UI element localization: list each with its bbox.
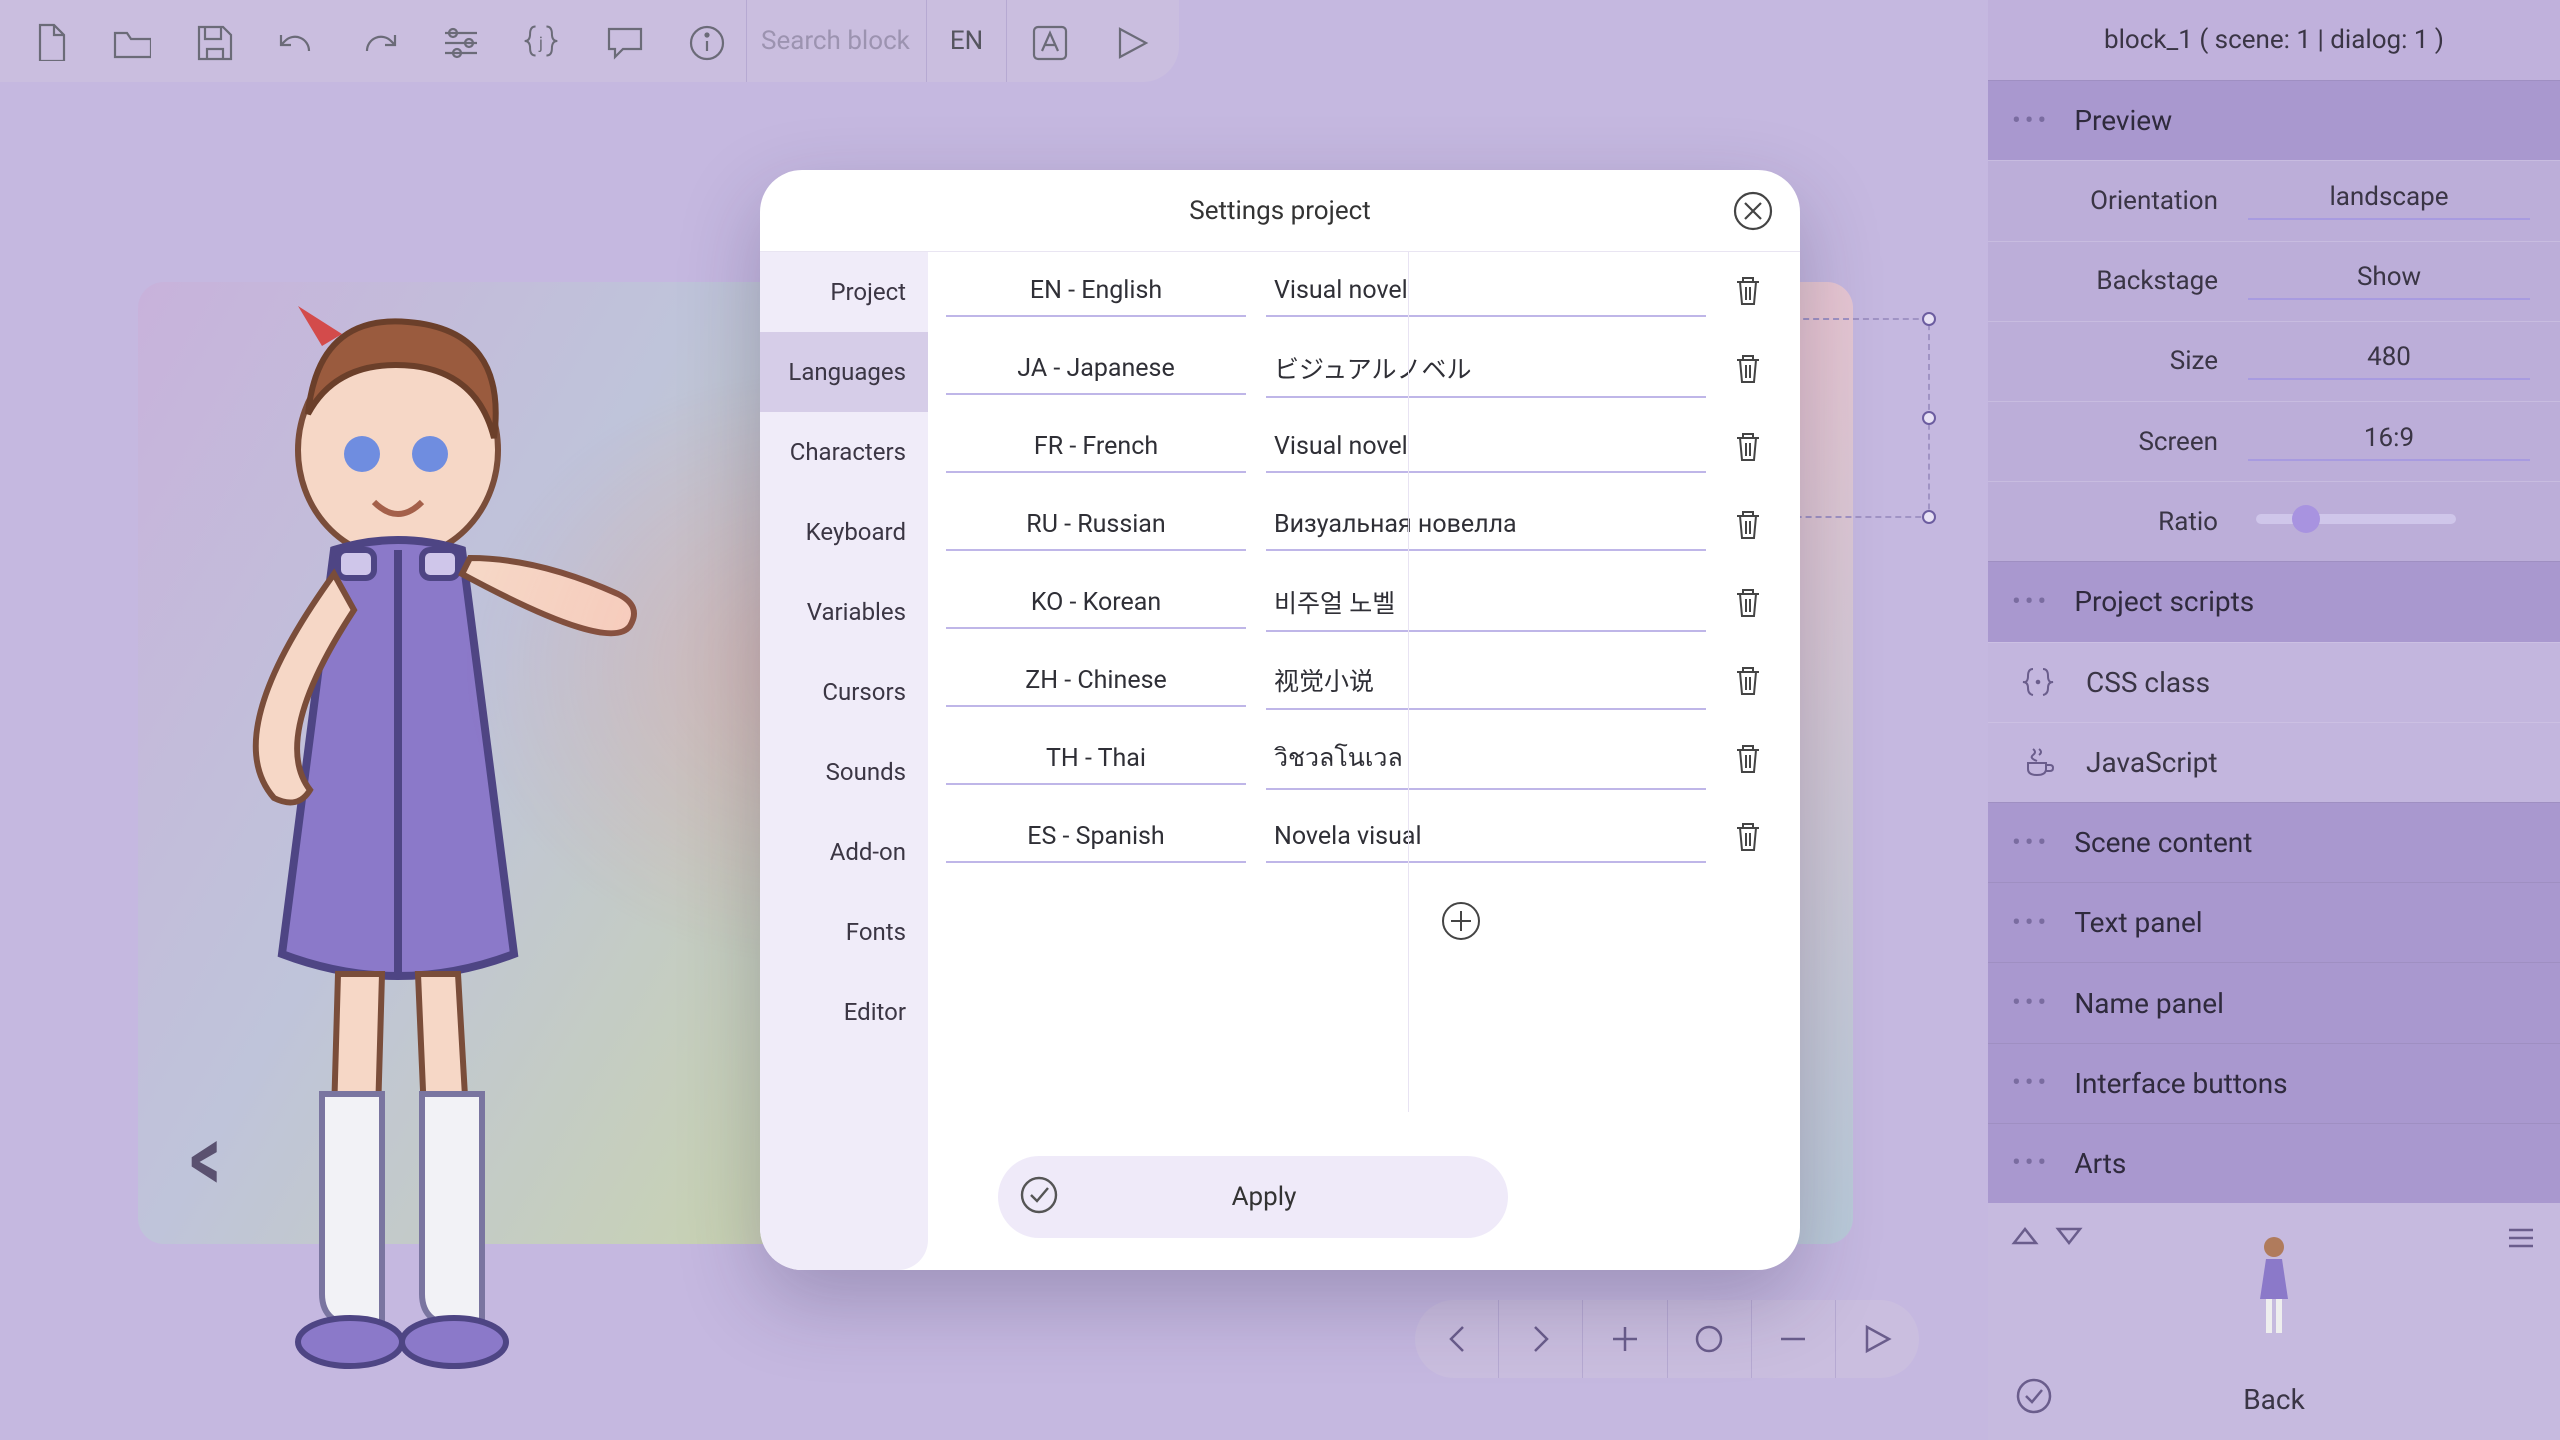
tab-keyboard[interactable]: Keyboard (760, 492, 928, 572)
language-title-input[interactable]: 비주얼 노벨 (1266, 584, 1706, 632)
modal-close-button[interactable] (1732, 190, 1774, 232)
language-code-input[interactable]: KO - Korean (946, 588, 1246, 629)
modal-title-bar: Settings project (760, 170, 1800, 252)
language-title-input[interactable]: Visual novel (1266, 432, 1706, 473)
tab-addon[interactable]: Add-on (760, 812, 928, 892)
language-row: JA - Japanese ビジュアルノベル (946, 330, 1770, 408)
language-code-input[interactable]: TH - Thai (946, 744, 1246, 785)
language-code-input[interactable]: ES - Spanish (946, 822, 1246, 863)
trash-icon (1733, 820, 1763, 854)
tab-cursors[interactable]: Cursors (760, 652, 928, 732)
language-title-input[interactable]: 视觉小说 (1266, 662, 1706, 710)
delete-language-button[interactable] (1726, 820, 1770, 854)
tab-project[interactable]: Project (760, 252, 928, 332)
delete-language-button[interactable] (1726, 508, 1770, 542)
apply-button[interactable]: Apply (998, 1156, 1508, 1238)
language-row: TH - Thai วิชวลโนเวล (946, 720, 1770, 798)
apply-label: Apply (1020, 1182, 1508, 1212)
language-row: ES - Spanish Novela visual (946, 798, 1770, 876)
trash-icon (1733, 274, 1763, 308)
trash-icon (1733, 664, 1763, 698)
modal-content: EN - English Visual novel JA - Japanese ビジュ… (928, 252, 1800, 1270)
language-code-input[interactable]: EN - English (946, 276, 1246, 317)
language-title-input[interactable]: Визуальная новелла (1266, 510, 1706, 551)
tab-sounds[interactable]: Sounds (760, 732, 928, 812)
trash-icon (1733, 742, 1763, 776)
language-code-input[interactable]: FR - French (946, 432, 1246, 473)
modal-title: Settings project (1189, 196, 1371, 226)
language-row: EN - English Visual novel (946, 252, 1770, 330)
column-divider (1408, 252, 1409, 1112)
tab-languages[interactable]: Languages (760, 332, 928, 412)
language-code-input[interactable]: RU - Russian (946, 510, 1246, 551)
add-language-button[interactable] (1266, 876, 1656, 966)
tab-variables[interactable]: Variables (760, 572, 928, 652)
delete-language-button[interactable] (1726, 430, 1770, 464)
language-title-input[interactable]: วิชวลโนเวล (1266, 738, 1706, 790)
language-title-input[interactable]: Visual novel (1266, 276, 1706, 317)
language-row: KO - Korean 비주얼 노벨 (946, 564, 1770, 642)
trash-icon (1733, 430, 1763, 464)
delete-language-button[interactable] (1726, 664, 1770, 698)
language-code-input[interactable]: JA - Japanese (946, 354, 1246, 395)
language-title-input[interactable]: ビジュアルノベル (1266, 350, 1706, 398)
language-row: FR - French Visual novel (946, 408, 1770, 486)
delete-language-button[interactable] (1726, 742, 1770, 776)
settings-modal: Settings project Project Languages Chara… (760, 170, 1800, 1270)
plus-circle-icon (1439, 899, 1483, 943)
tab-editor[interactable]: Editor (760, 972, 928, 1052)
delete-language-button[interactable] (1726, 352, 1770, 386)
close-circle-icon (1732, 190, 1774, 232)
trash-icon (1733, 586, 1763, 620)
tab-fonts[interactable]: Fonts (760, 892, 928, 972)
tab-characters[interactable]: Characters (760, 412, 928, 492)
delete-language-button[interactable] (1726, 274, 1770, 308)
language-code-input[interactable]: ZH - Chinese (946, 666, 1246, 707)
trash-icon (1733, 508, 1763, 542)
language-row: ZH - Chinese 视觉小说 (946, 642, 1770, 720)
language-row: RU - Russian Визуальная новелла (946, 486, 1770, 564)
delete-language-button[interactable] (1726, 586, 1770, 620)
trash-icon (1733, 352, 1763, 386)
language-title-input[interactable]: Novela visual (1266, 822, 1706, 863)
modal-tab-list: Project Languages Characters Keyboard Va… (760, 252, 928, 1270)
